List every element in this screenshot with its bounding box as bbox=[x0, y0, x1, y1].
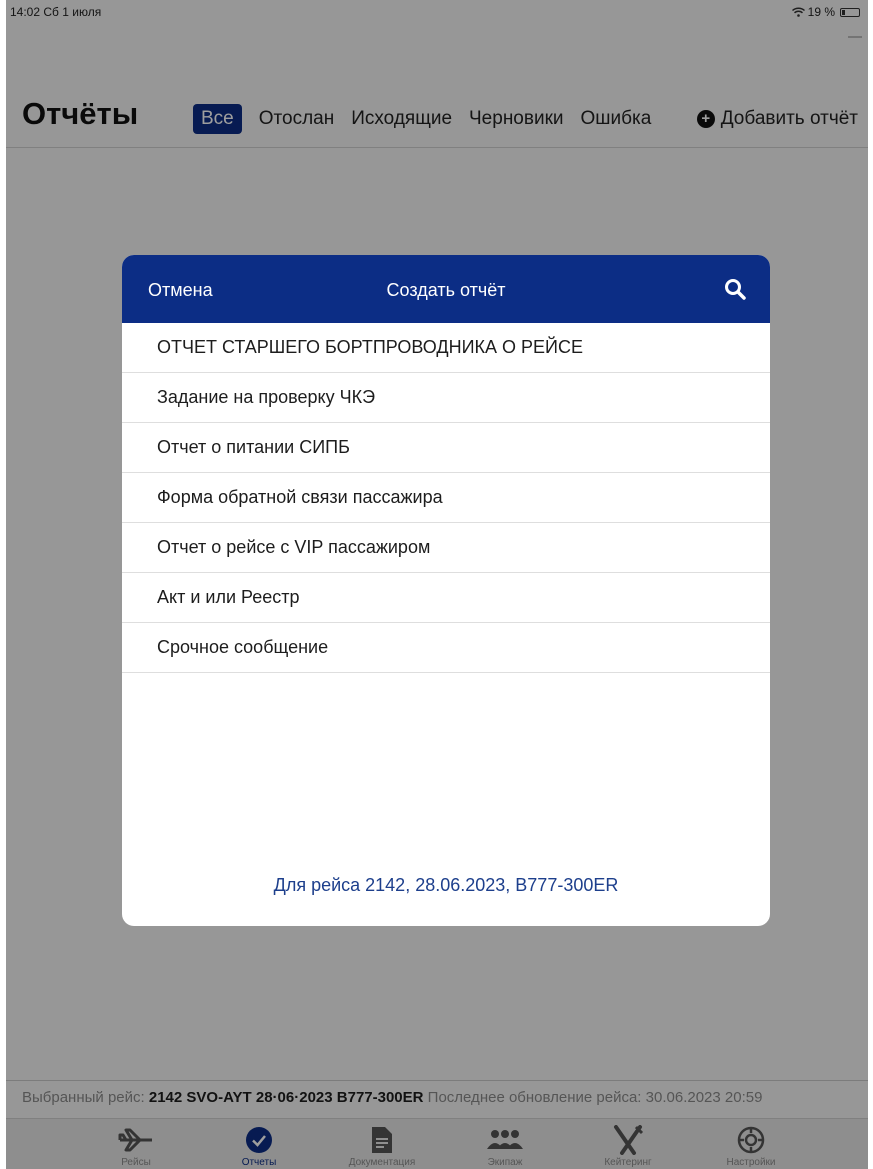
list-item[interactable]: Акт и или Реестр bbox=[122, 573, 770, 623]
dialog-title: Создать отчёт bbox=[386, 280, 506, 300]
dialog-header: Отмена Создать отчёт bbox=[122, 255, 770, 323]
list-item[interactable]: Отчет о питании СИПБ bbox=[122, 423, 770, 473]
screen: 14:02 Сб 1 июля 19 % Отчёты Все Отослан … bbox=[6, 0, 868, 1169]
create-report-dialog: Отмена Создать отчёт ОТЧЕТ СТАРШЕГО БОРТ… bbox=[122, 255, 770, 926]
list-item[interactable]: Срочное сообщение bbox=[122, 623, 770, 673]
list-item[interactable]: ОТЧЕТ СТАРШЕГО БОРТПРОВОДНИКА О РЕЙСЕ bbox=[122, 323, 770, 373]
list-item[interactable]: Отчет о рейсе с VIP пассажиром bbox=[122, 523, 770, 573]
report-type-list: ОТЧЕТ СТАРШЕГО БОРТПРОВОДНИКА О РЕЙСЕ За… bbox=[122, 323, 770, 673]
list-item[interactable]: Задание на проверку ЧКЭ bbox=[122, 373, 770, 423]
list-item[interactable]: Форма обратной связи пассажира bbox=[122, 473, 770, 523]
search-icon[interactable] bbox=[724, 278, 746, 300]
dialog-flight-info: Для рейса 2142, 28.06.2023, B777-300ER bbox=[273, 875, 619, 895]
